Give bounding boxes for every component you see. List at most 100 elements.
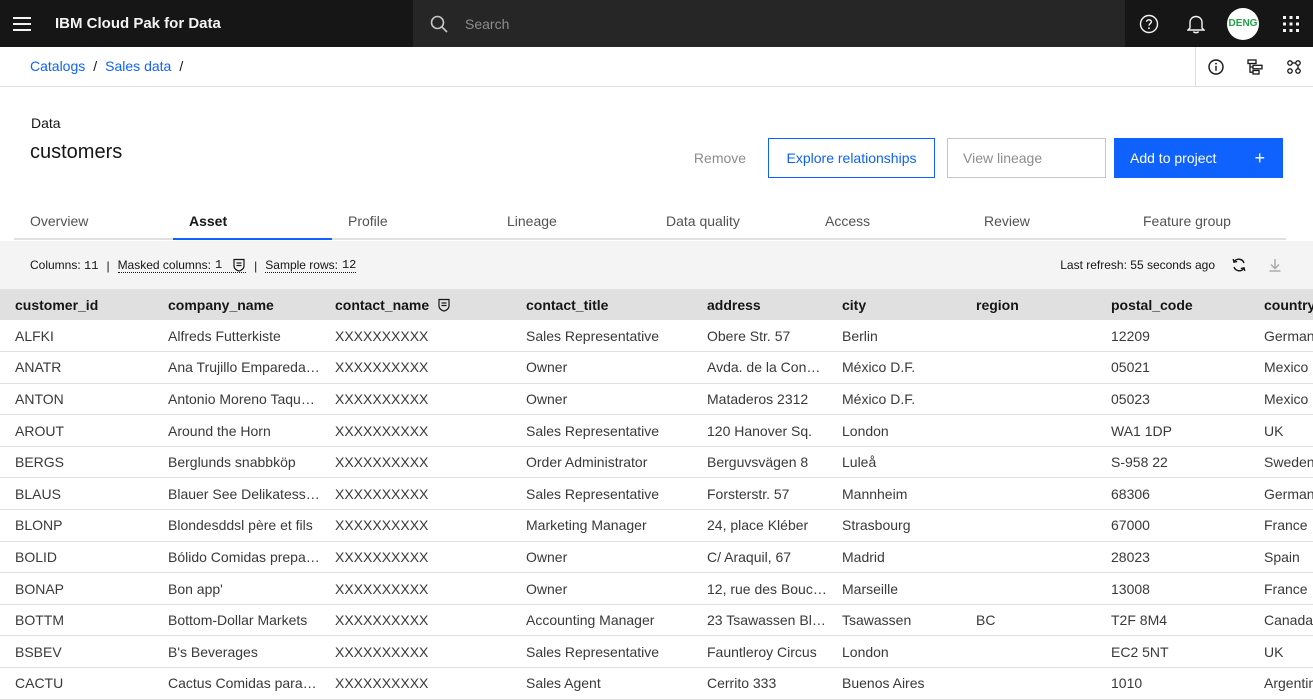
table-cell: 120 Hanover Sq. (692, 414, 827, 447)
table-cell: Owner (511, 572, 692, 605)
help-icon[interactable] (1125, 0, 1172, 47)
table-header-row: customer_id company_name contact_name co… (0, 289, 1313, 320)
breadcrumb-bar: Catalogs / Sales data / (0, 47, 1313, 87)
view-lineage-button[interactable]: View lineage (947, 138, 1106, 178)
column-header[interactable]: company_name (153, 289, 320, 320)
breadcrumb-separator: / (179, 58, 184, 74)
masked-shield-icon (438, 298, 450, 312)
table-cell: BLAUS (0, 477, 153, 511)
table-cell: 05021 (1096, 351, 1249, 384)
table-cell (961, 572, 1096, 605)
column-header[interactable]: address (692, 289, 827, 320)
table-cell (961, 446, 1096, 479)
tab-lineage[interactable]: Lineage (491, 203, 650, 240)
tab-data-quality[interactable]: Data quality (650, 203, 809, 240)
table-cell: XXXXXXXXXX (320, 572, 511, 605)
sample-rows-value: 12 (341, 258, 357, 272)
table-cell: 05023 (1096, 383, 1249, 416)
table-cell: Argentina (1249, 667, 1313, 700)
table-cell: ALFKI (0, 320, 153, 353)
column-header[interactable]: country (1249, 289, 1313, 320)
product-name[interactable]: IBM Cloud Pak for Data (55, 15, 413, 32)
notification-icon[interactable] (1172, 0, 1219, 47)
info-icon[interactable] (1196, 47, 1235, 87)
download-icon[interactable] (1267, 257, 1283, 273)
table-cell: Owner (511, 541, 692, 574)
asset-type-label: Data (31, 115, 61, 131)
asset-toolbar (1195, 47, 1313, 87)
table-row: BSBEV B's Beverages XXXXXXXXXX Sales Repres… (0, 635, 1313, 669)
table-cell: 12209 (1096, 320, 1249, 353)
table-cell: BERGS (0, 446, 153, 479)
table-cell: XXXXXXXXXX (320, 635, 511, 669)
add-to-project-label: Add to project (1130, 150, 1217, 166)
tab-asset[interactable]: Asset (173, 203, 332, 240)
table-cell: Luleå (827, 446, 961, 479)
column-header[interactable]: region (961, 289, 1096, 320)
table-cell: London (827, 414, 961, 447)
breadcrumb-catalogs[interactable]: Catalogs (30, 58, 85, 74)
refresh-icon[interactable] (1231, 257, 1247, 273)
table-cell: 24, place Kléber (692, 509, 827, 542)
breadcrumb-sales-data[interactable]: Sales data (105, 58, 171, 74)
table-cell: Mannheim (827, 477, 961, 511)
table-cell: Sales Representative (511, 635, 692, 669)
table-cell: London (827, 635, 961, 669)
column-header[interactable]: contact_name (320, 289, 511, 320)
stats-bar: Columns: 11 | Masked columns: 1 | Sample… (0, 241, 1313, 289)
add-to-project-button[interactable]: Add to project + (1114, 138, 1283, 178)
table-cell: Berlin (827, 320, 961, 353)
table-cell (961, 414, 1096, 447)
table-row: AROUT Around the Horn XXXXXXXXXX Sales Repr… (0, 414, 1313, 447)
table-cell: Marketing Manager (511, 509, 692, 542)
table-cell: EC2 5NT (1096, 635, 1249, 669)
app-switcher-icon[interactable] (1267, 0, 1313, 47)
table-cell (961, 320, 1096, 353)
column-header[interactable]: city (827, 289, 961, 320)
table-cell: Spain (1249, 541, 1313, 574)
table-row: ANATRAna Trujillo Emparedados y heladosX… (0, 351, 1313, 384)
refresh-controls: Last refresh: 55 seconds ago (1060, 241, 1283, 289)
sample-rows-count[interactable]: Sample rows: 12 (265, 258, 357, 273)
table-cell: CACTU (0, 667, 153, 700)
table-row: BLONP Blondesddsl père et fils XXXXXXXXXX M… (0, 509, 1313, 542)
table-cell: Germany (1249, 477, 1313, 511)
explore-relationships-button[interactable]: Explore relationships (768, 138, 935, 178)
relationships-icon[interactable] (1274, 47, 1313, 87)
search-input[interactable] (465, 15, 1065, 32)
tab-access[interactable]: Access (809, 203, 968, 240)
tab-feature-group[interactable]: Feature group (1127, 203, 1286, 240)
table-cell: Marseille (827, 572, 961, 605)
table-cell: B's Beverages (153, 635, 320, 669)
table-cell: Alfreds Futterkiste (153, 320, 320, 353)
tab-profile[interactable]: Profile (332, 203, 491, 240)
table-body: ALFKI Alfreds Futterkiste XXXXXXXXXX Sales … (0, 320, 1313, 700)
last-refresh-text: Last refresh: 55 seconds ago (1060, 258, 1215, 272)
table-cell: Sweden (1249, 446, 1313, 479)
tab-review[interactable]: Review (968, 203, 1127, 240)
table-cell: WA1 1DP (1096, 414, 1249, 447)
column-header[interactable]: contact_title (511, 289, 692, 320)
table-cell: BSBEV (0, 635, 153, 669)
tab-overview[interactable]: Overview (14, 203, 173, 240)
table-row: ALFKI Alfreds Futterkiste XXXXXXXXXX Sales … (0, 320, 1313, 353)
user-avatar-button[interactable]: DENG (1219, 0, 1267, 47)
table-cell: 12, rue des Bouchers (692, 572, 827, 605)
search-bar[interactable] (413, 0, 1125, 47)
lineage-tree-icon[interactable] (1235, 47, 1274, 87)
column-header[interactable]: postal_code (1096, 289, 1249, 320)
table-cell: 28023 (1096, 541, 1249, 574)
top-header: IBM Cloud Pak for Data DENG (0, 0, 1313, 47)
table-cell (961, 351, 1096, 384)
menu-icon[interactable] (0, 0, 44, 47)
table-cell: Bon app' (153, 572, 320, 605)
table-cell: Mexico (1249, 383, 1313, 416)
masked-columns-count[interactable]: Masked columns: 1 (117, 258, 247, 273)
table-cell: 68306 (1096, 477, 1249, 511)
table-cell (961, 477, 1096, 511)
column-header[interactable]: customer_id (0, 289, 153, 320)
table-row: BLAUS Blauer See Delikatessen XXXXXXXXXX Sa… (0, 477, 1313, 511)
table-cell: Tsawassen (827, 604, 961, 637)
table-cell: BOLID (0, 541, 153, 574)
remove-button[interactable]: Remove (680, 138, 760, 178)
